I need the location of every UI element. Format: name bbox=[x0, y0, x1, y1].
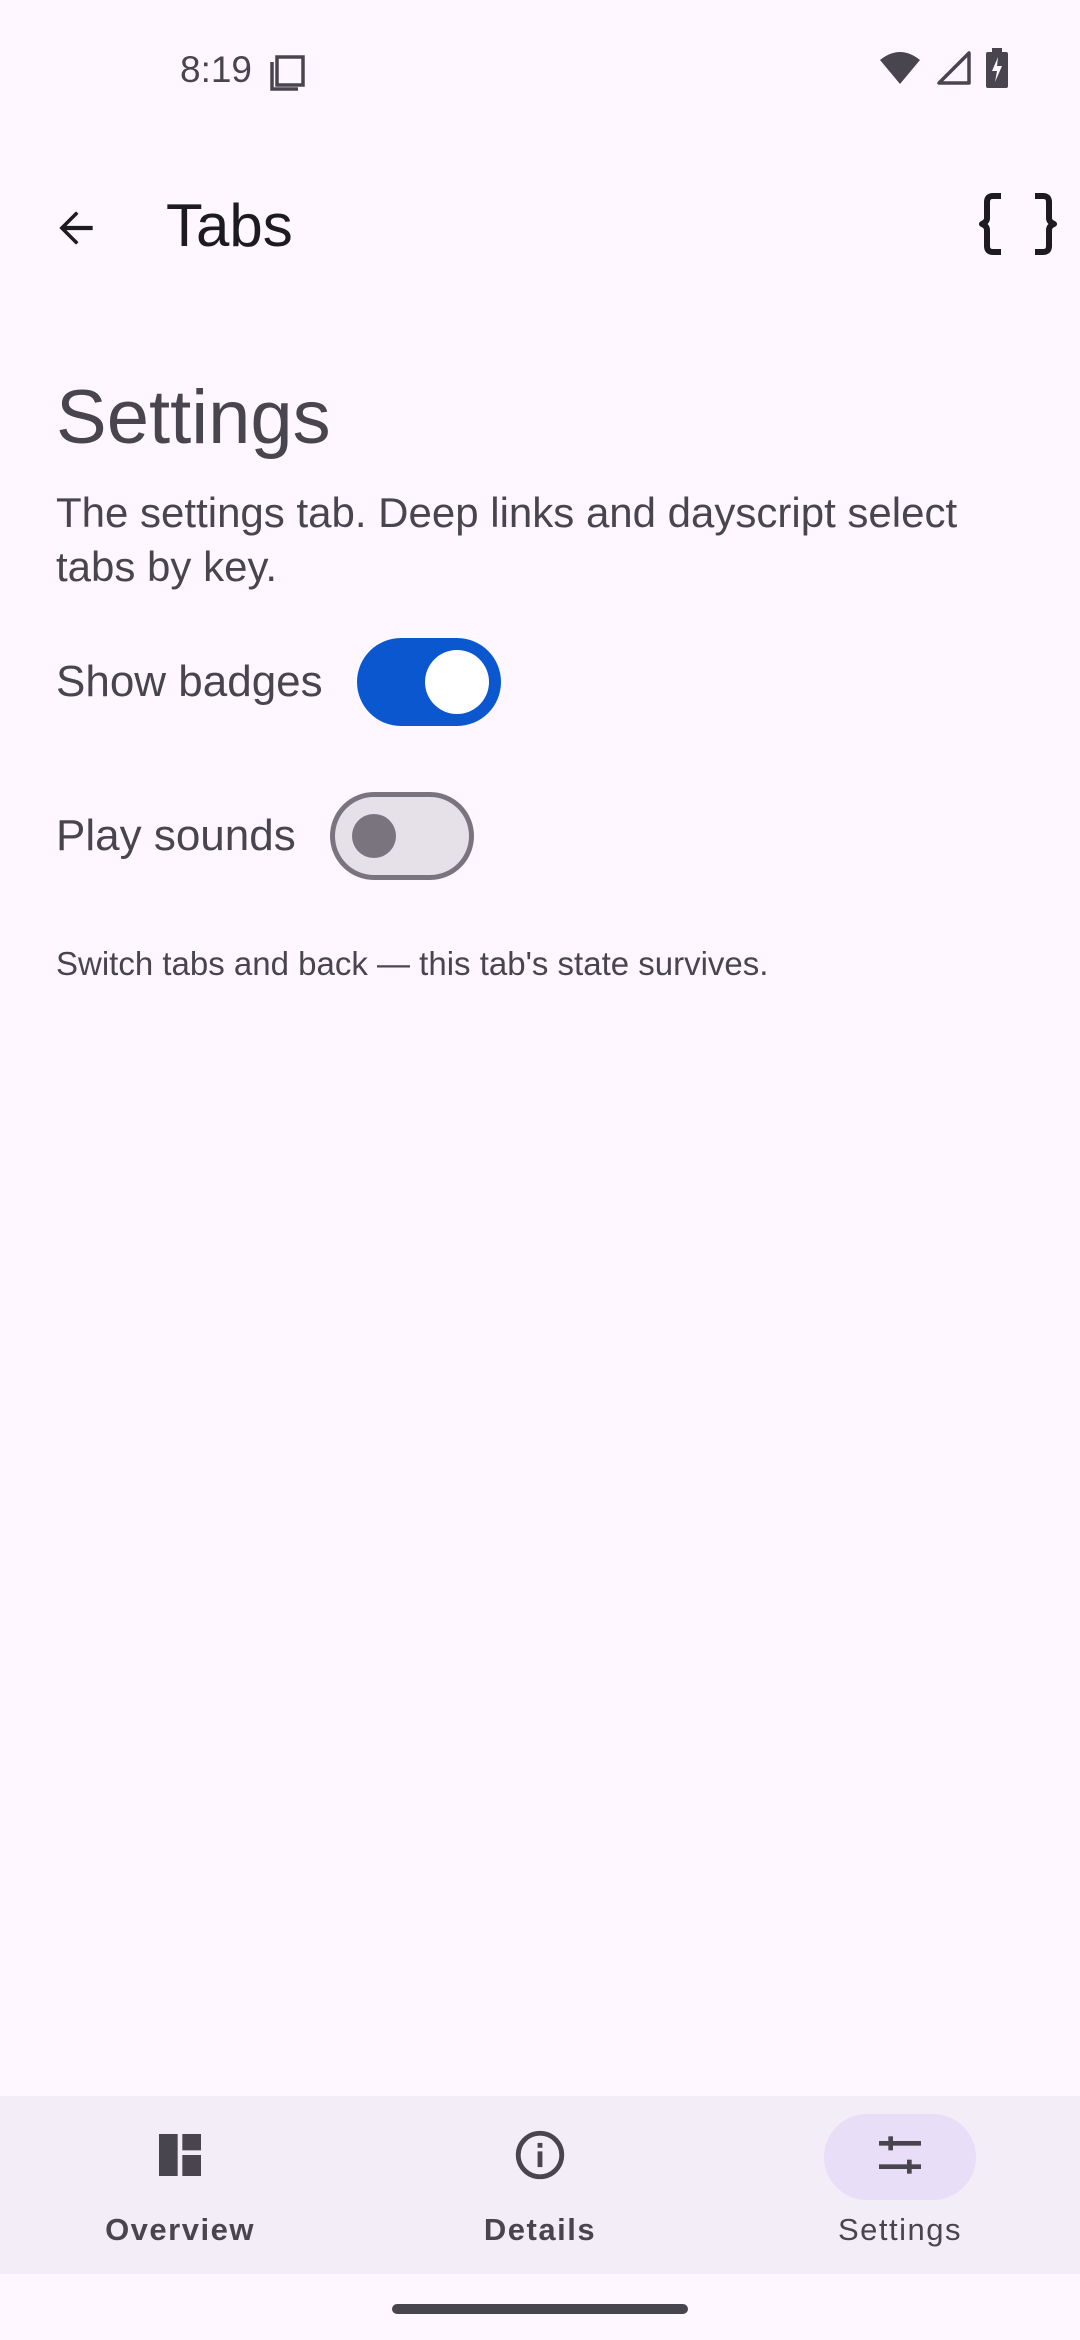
description-text: The settings tab. Deep links and dayscri… bbox=[56, 489, 958, 590]
footnote-text: Switch tabs and back — this tab's state … bbox=[56, 945, 769, 982]
sim-card-icon bbox=[268, 52, 308, 92]
nav-label-details: Details bbox=[483, 2212, 597, 2247]
arrow-back-icon bbox=[51, 203, 101, 258]
home-indicator[interactable] bbox=[392, 2304, 688, 2314]
nav-indicator bbox=[104, 2114, 256, 2200]
status-time: 8:19 bbox=[180, 49, 253, 90]
settings-content: Settings The settings tab. Deep links an… bbox=[56, 372, 1024, 986]
show-badges-switch[interactable] bbox=[356, 638, 501, 726]
dashboard-icon bbox=[152, 2127, 208, 2188]
switch-thumb bbox=[424, 650, 489, 714]
app-bar-title: Tabs bbox=[166, 192, 293, 259]
setting-row-play-sounds: Play sounds bbox=[56, 788, 1024, 884]
nav-indicator-active bbox=[824, 2114, 976, 2200]
nav-indicator bbox=[464, 2114, 616, 2200]
wifi-icon bbox=[878, 50, 922, 86]
page-title: Settings bbox=[56, 375, 331, 460]
code-braces-icon bbox=[979, 192, 1057, 261]
bottom-navigation-bar: Overview Details Settings bbox=[0, 2096, 1080, 2274]
status-bar: 8:19 bbox=[0, 0, 1080, 140]
switch-thumb bbox=[351, 814, 396, 858]
nav-item-overview[interactable]: Overview bbox=[0, 2096, 360, 2274]
back-button[interactable] bbox=[28, 182, 124, 278]
setting-row-show-badges: Show badges bbox=[56, 634, 1024, 730]
play-sounds-label: Play sounds bbox=[56, 811, 296, 860]
nav-item-details[interactable]: Details bbox=[360, 2096, 720, 2274]
info-icon bbox=[511, 2126, 569, 2189]
nav-label-overview: Overview bbox=[105, 2212, 255, 2247]
tune-icon bbox=[872, 2127, 928, 2188]
nav-label-settings: Settings bbox=[837, 2212, 962, 2247]
top-app-bar: Tabs bbox=[0, 170, 1080, 282]
cell-signal-icon bbox=[936, 50, 972, 86]
show-badges-label: Show badges bbox=[56, 657, 323, 706]
code-button[interactable] bbox=[970, 178, 1066, 274]
battery-charging-icon bbox=[986, 48, 1008, 88]
nav-item-settings[interactable]: Settings bbox=[720, 2096, 1080, 2274]
play-sounds-switch[interactable] bbox=[329, 792, 474, 880]
gesture-navigation-area bbox=[0, 2274, 1080, 2340]
